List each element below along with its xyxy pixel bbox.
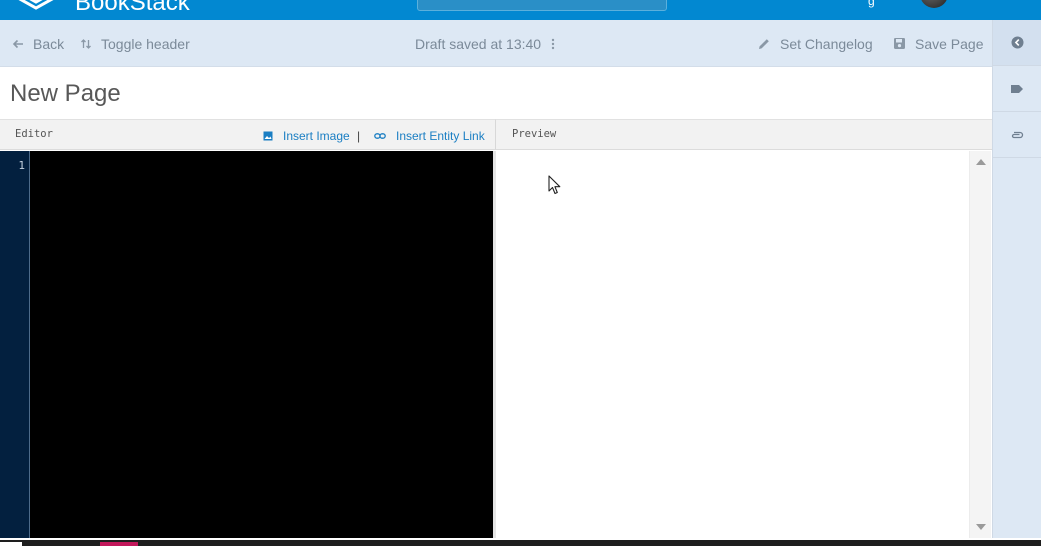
back-button[interactable]: Back <box>12 20 64 67</box>
insert-entity-link-label: Insert Entity Link <box>396 128 485 143</box>
page-title-input[interactable]: New Page <box>10 80 121 108</box>
save-page-label: Save Page <box>915 35 984 52</box>
set-changelog-button[interactable]: Set Changelog <box>757 20 873 67</box>
link-icon <box>374 132 386 139</box>
pencil-icon <box>759 38 769 49</box>
insert-image-button[interactable]: Insert Image <box>263 120 350 151</box>
toolbox-tags-tab[interactable] <box>993 66 1041 112</box>
insert-entity-link-button[interactable]: Insert Entity Link <box>374 120 485 151</box>
preview-pane-header: Preview <box>495 119 992 150</box>
draft-status: Draft saved at 13:40 <box>415 20 541 67</box>
toggle-header-label: Toggle header <box>101 35 190 52</box>
header-search-input[interactable] <box>417 0 667 11</box>
preview-scrollbar[interactable] <box>969 151 991 538</box>
bottom-strip-segment <box>0 542 22 546</box>
markdown-code-area[interactable] <box>30 151 493 538</box>
set-changelog-label: Set Changelog <box>780 35 873 52</box>
app-header: BookStack g <box>0 0 1041 20</box>
draft-status-text: Draft saved at 13:40 <box>415 35 542 52</box>
editor-line-gutter: 1 <box>0 151 30 538</box>
scroll-up-arrow-icon[interactable] <box>976 159 986 165</box>
user-avatar[interactable] <box>920 0 948 8</box>
bookstack-page-editor: BookStack g Back Toggle header Draft sav… <box>0 0 1041 546</box>
toggle-header-button[interactable]: Toggle header <box>80 20 190 67</box>
app-brand-name[interactable]: BookStack <box>75 0 190 17</box>
editor-toolbar: Back Toggle header Draft saved at 13:40 … <box>0 20 992 67</box>
preview-header-label: Preview <box>512 128 557 140</box>
arrow-left-icon <box>12 39 23 48</box>
insert-image-label: Insert Image <box>283 128 350 143</box>
paperclip-icon <box>1011 131 1024 138</box>
floppy-disk-icon <box>894 38 905 49</box>
toolbox-toggle-button[interactable] <box>993 20 1041 66</box>
toolbox-attachments-tab[interactable] <box>993 112 1041 158</box>
save-page-button[interactable]: Save Page <box>893 20 984 67</box>
tag-icon <box>1011 84 1023 93</box>
editor-toolbox-sidebar <box>992 20 1041 540</box>
editor-pane-header: Editor Insert Image | Insert Entity Link <box>0 119 495 150</box>
bottom-strip <box>0 538 1041 546</box>
scroll-down-arrow-icon[interactable] <box>976 524 986 530</box>
header-action-separator: | <box>357 128 361 143</box>
image-icon <box>263 131 273 140</box>
more-vertical-icon <box>551 38 555 49</box>
back-label: Back <box>33 35 65 52</box>
bottom-strip-accent <box>100 542 138 546</box>
line-number: 1 <box>18 159 25 172</box>
bookstack-logo-icon[interactable] <box>16 0 56 14</box>
header-nav-link-fragment[interactable]: g <box>868 0 882 8</box>
mouse-pointer-icon <box>548 175 561 195</box>
chevron-left-circle-icon <box>1011 36 1023 49</box>
page-title-area: New Page <box>0 67 992 119</box>
markdown-preview-area <box>496 151 992 538</box>
editor-header-label: Editor <box>15 128 53 140</box>
swap-vertical-icon <box>81 38 91 49</box>
draft-options-button[interactable] <box>550 20 565 67</box>
